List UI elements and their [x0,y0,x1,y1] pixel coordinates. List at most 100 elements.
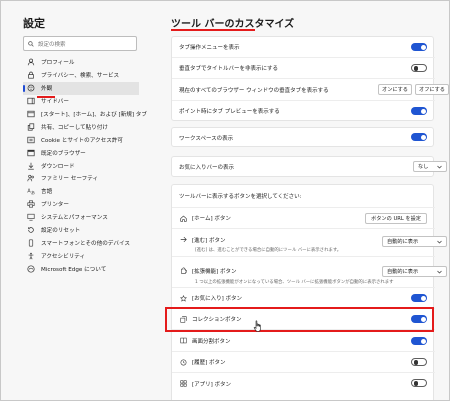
sidebar-item-start-home[interactable]: [スタート]、[ホーム]、および [新規] タブ [23,108,147,121]
sidebar-item-reset[interactable]: 設定のリセット [23,224,139,237]
sidebar-item-label: 言語 [41,189,53,196]
history-icon [179,359,188,366]
sidebar-item-downloads[interactable]: ダウンロード [23,159,139,172]
sidebar-item-label: プリンター [41,202,69,209]
sidebar-item-about[interactable]: Microsoft Edge について [23,262,139,275]
setting-label: [アプリ] ボタン [192,381,232,388]
forward-description: [進む] は、進むことができる場合に自動的にツール バーに表示されます。 [195,248,342,253]
settings-window: 設定 設定の検索 プロフィール プライバシー、検索、サービス 外観 サイドバー … [0,0,450,401]
sidebar-item-profile[interactable]: プロフィール [23,56,139,69]
sidebar-icon [27,97,35,105]
setting-label: [進む] ボタン [192,238,226,244]
arrow-forward-icon [179,236,188,243]
chevron-down-icon [437,240,442,243]
setting-row: ポイント時にタブ プレビューを表示する [172,100,435,121]
sidebar-item-accessibility[interactable]: アクセシビリティ [23,249,139,262]
profile-icon [27,58,35,66]
tab-actions-menu-toggle[interactable] [411,43,427,51]
sidebar-item-system[interactable]: システムとパフォーマンス [23,211,139,224]
setting-row: 垂直タブでタイトルバーを非表示にする [172,57,435,78]
history-button-toggle[interactable] [411,358,427,366]
hand-cursor-icon [253,317,263,336]
vertical-tabs-on-button[interactable]: オンにする [378,84,412,95]
setting-row: 現在のすべてのブラウザー ウィンドウの垂直タブを表示する オンにする オフにする [172,78,449,100]
search-input[interactable]: 設定の検索 [23,36,137,51]
search-placeholder: 設定の検索 [38,41,66,48]
setting-label: 画面分割ボタン [192,338,231,345]
setting-row: お気に入りバーの表示 なし [172,157,447,177]
sidebar-item-printer[interactable]: プリンター [23,198,139,211]
language-icon: Aあ [27,187,35,195]
setting-label: 現在のすべてのブラウザー ウィンドウの垂直タブを表示する [179,87,329,94]
appearance-icon [27,84,35,92]
split-screen-highlight-box [165,307,434,332]
split-screen-button-toggle[interactable] [411,337,427,345]
favorites-button-toggle[interactable] [411,294,427,302]
sidebar-item-label: プロフィール [41,60,75,67]
sidebar-item-cookies[interactable]: Cookie とサイトのアクセス許可 [23,133,139,146]
chevron-down-icon [437,270,442,273]
appearance-annotation-underline [37,96,55,98]
main-content: ツール バーのカスタマイズ タブ操作メニューを表示 垂直タブでタイトルバーを非表… [151,1,449,400]
setting-label: ワークスペースの表示 [179,135,234,142]
share-icon [27,123,35,131]
edge-icon [27,265,35,273]
sidebar-item-label: 外観 [41,86,53,93]
sidebar-item-privacy[interactable]: プライバシー、検索、サービス [23,69,139,82]
sidebar-item-label: 共有、コピーして貼り付け [41,124,108,131]
hide-titlebar-toggle[interactable] [411,64,427,72]
favorites-bar-select[interactable]: なし [413,161,447,172]
reset-icon [27,226,35,234]
workspaces-toggle[interactable] [411,133,427,141]
tab-preview-toggle[interactable] [411,107,427,115]
chevron-down-icon [437,165,442,168]
set-home-url-button[interactable]: ボタンの URL を設定 [365,213,427,224]
setting-row: [アプリ] ボタン [172,372,435,394]
sidebar-item-phone[interactable]: スマートフォンとその他のデバイス [23,236,139,249]
printer-icon [27,200,35,208]
sidebar-nav: プロフィール プライバシー、検索、サービス 外観 サイドバー [スタート]、[ホ… [23,56,147,275]
setting-row: [履歴] ボタン [172,351,435,372]
svg-text:あ: あ [31,191,35,196]
buttons-heading: ツールバーに表示するボタンを選択してください: [179,194,302,200]
sidebar-item-appearance[interactable]: 外観 [23,81,139,95]
sidebar-item-label: スマートフォンとその他のデバイス [41,240,130,247]
setting-label: [ホーム] ボタン [192,216,231,222]
favorites-bar-card: お気に入りバーの表示 なし [171,156,447,177]
sidebar-item-label: Microsoft Edge について [41,266,107,273]
extensions-description: 1 つ以上の拡張機能がオンになっている場合、ツール バーに拡張機能ボタンが自動的… [195,280,394,285]
setting-row: ワークスペースの表示 [172,128,435,147]
extensions-button-select[interactable]: 自動的に表示 [382,266,447,277]
sidebar-item-language[interactable]: A あ言語 [23,185,139,198]
favorites-icon [179,294,188,302]
select-value: 自動的に表示 [387,269,419,275]
page-title: ツール バーのカスタマイズ [171,19,295,30]
sidebar-item-label: プライバシー、検索、サービス [41,73,120,80]
split-screen-icon [179,337,188,344]
setting-row: タブ操作メニューを表示 [172,37,435,57]
apps-button-toggle[interactable] [411,379,427,387]
sidebar-item-family[interactable]: ファミリー セーフティ [23,172,139,185]
home-tab-icon [27,110,35,118]
sidebar-item-label: システムとパフォーマンス [41,215,108,222]
sidebar: 設定 設定の検索 プロフィール プライバシー、検索、サービス 外観 サイドバー … [1,1,151,400]
cookie-icon [27,136,35,144]
buttons-heading-row: ツールバーに表示するボタンを選択してください: [172,185,435,207]
search-icon [28,40,34,47]
extensions-icon [179,267,188,274]
vertical-tabs-off-button[interactable]: オフにする [415,84,449,95]
setting-label: タブ操作メニューを表示 [179,45,240,51]
accessibility-icon [27,252,35,260]
setting-row: [お気に入り] ボタン [172,287,435,308]
download-icon [27,162,35,170]
home-icon [179,215,188,222]
select-value: 自動的に表示 [387,239,419,245]
forward-button-select[interactable]: 自動的に表示 [382,236,447,247]
sidebar-item-share[interactable]: 共有、コピーして貼り付け [23,120,139,133]
sidebar-item-label: 既定のブラウザー [41,150,86,157]
system-icon [27,213,35,221]
phone-icon [27,239,35,247]
sidebar-item-label: Cookie とサイトのアクセス許可 [41,137,124,144]
sidebar-item-default-browser[interactable]: 既定のブラウザー [23,146,139,159]
sidebar-item-label: ダウンロード [41,163,75,170]
